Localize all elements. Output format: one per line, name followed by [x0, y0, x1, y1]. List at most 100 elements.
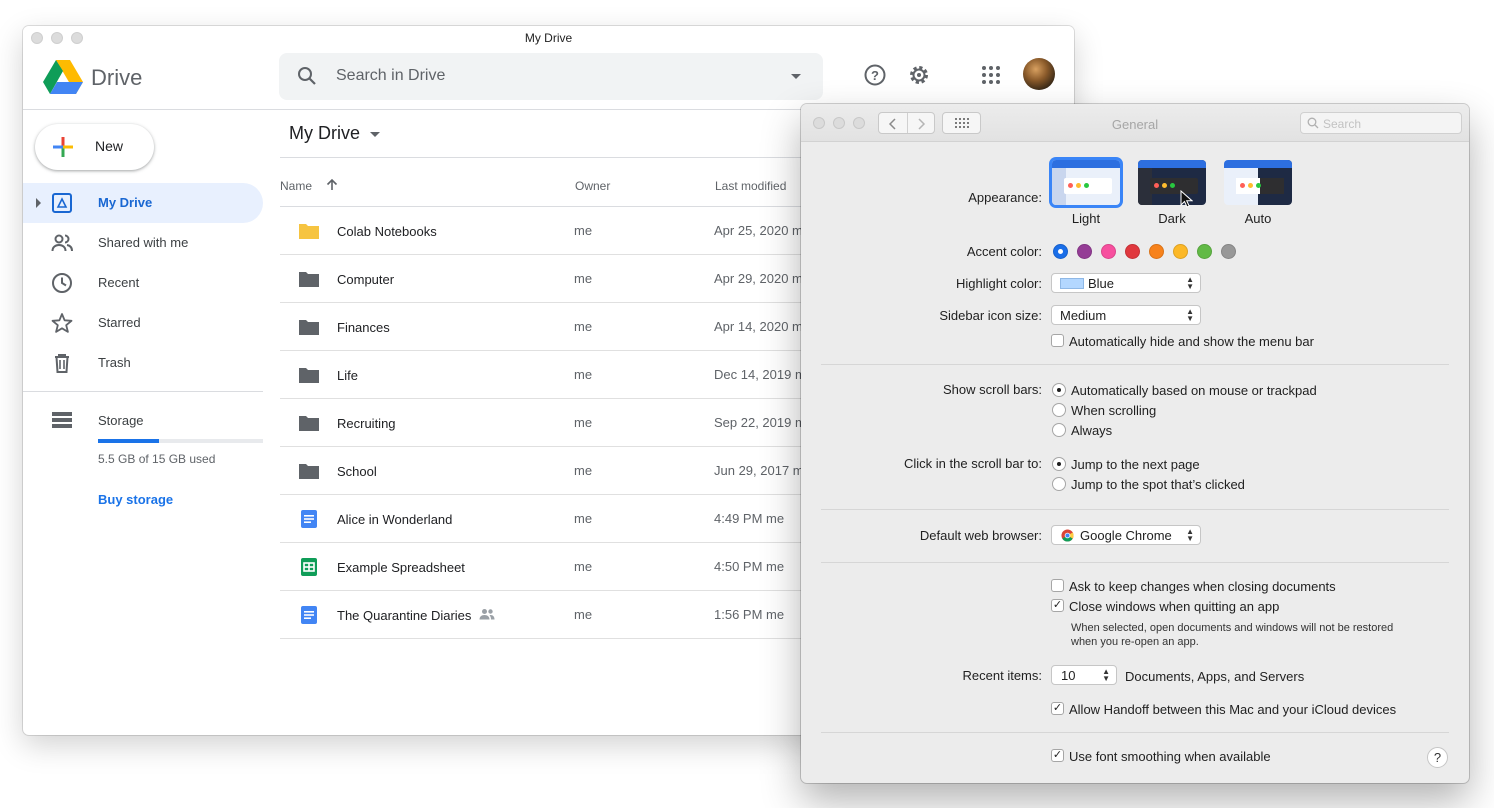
close-windows-checkbox[interactable]: ✓ [1051, 599, 1064, 612]
scroll-bars-always-label: Always [1071, 423, 1113, 438]
new-button[interactable]: New [35, 124, 154, 170]
storage-progress-bar [98, 439, 263, 443]
scroll-bars-when-scrolling-radio[interactable] [1052, 403, 1066, 417]
scroll-bars-always-radio[interactable] [1052, 423, 1066, 437]
appearance-auto-option[interactable] [1224, 160, 1292, 205]
search-field[interactable]: Search [1300, 112, 1462, 134]
section-divider [821, 509, 1449, 510]
file-owner: me [574, 319, 593, 334]
file-owner: me [574, 607, 593, 622]
search-input[interactable]: Search in Drive [336, 67, 445, 85]
ask-keep-changes-checkbox[interactable] [1051, 579, 1064, 592]
default-browser-value: Google Chrome [1080, 528, 1172, 543]
svg-text:?: ? [871, 68, 879, 83]
file-name[interactable]: School [337, 464, 377, 479]
jump-next-page-radio[interactable] [1052, 457, 1066, 471]
sidebar-item-starred[interactable]: Starred [23, 303, 263, 343]
file-name[interactable]: Finances [337, 320, 390, 335]
column-header-name[interactable]: Name [280, 179, 312, 193]
apps-grid-icon[interactable] [979, 63, 1003, 87]
show-scroll-bars-label: Show scroll bars: [943, 382, 1042, 397]
file-owner: me [574, 367, 593, 382]
recent-items-popup[interactable]: 10 ▲ ▼ [1051, 665, 1117, 685]
search-options-icon[interactable] [791, 74, 801, 79]
sidebar-item-trash[interactable]: Trash [23, 343, 263, 383]
buy-storage-link[interactable]: Buy storage [98, 492, 173, 507]
jump-to-spot-radio[interactable] [1052, 477, 1066, 491]
table-row[interactable]: Computer me Apr 29, 2020 m [280, 255, 840, 303]
highlight-color-popup[interactable]: Blue ▲ ▼ [1051, 273, 1201, 293]
settings-gear-icon[interactable] [907, 63, 931, 87]
table-row[interactable]: School me Jun 29, 2017 m [280, 447, 840, 495]
accent-color-swatch[interactable] [1197, 244, 1212, 259]
account-avatar[interactable] [1023, 58, 1055, 90]
sidebar-item-shared-with-me[interactable]: Shared with me [23, 223, 263, 263]
section-divider [821, 562, 1449, 563]
file-last-modified: Apr 14, 2020 m [714, 319, 803, 334]
help-button[interactable]: ? [1427, 747, 1448, 768]
scroll-bars-auto-radio[interactable] [1052, 383, 1066, 397]
default-browser-label: Default web browser: [919, 528, 1042, 543]
sort-arrow-up-icon[interactable] [325, 178, 339, 192]
file-name[interactable]: Alice in Wonderland [337, 512, 452, 527]
accent-color-swatch[interactable] [1149, 244, 1164, 259]
close-windows-note-line-2: when you re-open an app. [1071, 636, 1199, 648]
folder-icon [299, 224, 319, 239]
appearance-label: Appearance: [968, 190, 1042, 205]
handoff-checkbox[interactable]: ✓ [1051, 702, 1064, 715]
search-icon [1307, 117, 1319, 129]
folder-icon [299, 320, 319, 335]
folder-icon [299, 368, 319, 383]
file-last-modified: 1:56 PM me [714, 607, 785, 622]
table-row[interactable]: Colab Notebooks me Apr 25, 2020 m [280, 207, 840, 255]
sidebar-divider [23, 391, 263, 392]
accent-color-swatch[interactable] [1077, 244, 1092, 259]
sidebar-icon-size-label: Sidebar icon size: [939, 308, 1042, 323]
file-owner: me [574, 463, 593, 478]
appearance-light-option[interactable] [1052, 160, 1120, 205]
table-row[interactable]: The Quarantine Diaries me 1:56 PM me [280, 591, 840, 639]
sidebar-item-my-drive[interactable]: My Drive [23, 183, 263, 223]
expand-caret-icon[interactable] [36, 198, 41, 208]
sidebar-item-recent[interactable]: Recent [23, 263, 263, 303]
drive-logo-icon[interactable] [43, 60, 83, 94]
popup-stepper-icon: ▲ ▼ [1186, 527, 1194, 543]
file-name[interactable]: Recruiting [337, 416, 396, 431]
file-owner: me [574, 271, 593, 286]
help-icon[interactable]: ? [863, 63, 887, 87]
table-row[interactable]: Finances me Apr 14, 2020 m [280, 303, 840, 351]
table-row[interactable]: Example Spreadsheet me 4:50 PM me [280, 543, 840, 591]
auto-hide-menu-checkbox[interactable] [1051, 334, 1064, 347]
search-bar[interactable]: Search in Drive [279, 53, 823, 100]
accent-color-swatch[interactable] [1125, 244, 1140, 259]
chevron-down-icon[interactable] [370, 132, 380, 137]
table-row[interactable]: Life me Dec 14, 2019 m [280, 351, 840, 399]
page-title[interactable]: My Drive [289, 123, 360, 144]
google-doc-icon [301, 510, 317, 528]
folder-icon [299, 416, 319, 431]
accent-color-swatch[interactable] [1053, 244, 1068, 259]
file-name[interactable]: The Quarantine Diaries [337, 608, 471, 623]
column-header-last-modified[interactable]: Last modified [715, 179, 786, 193]
plus-icon [53, 137, 73, 157]
accent-color-swatch[interactable] [1221, 244, 1236, 259]
table-row[interactable]: Alice in Wonderland me 4:49 PM me [280, 495, 840, 543]
selected-indicator [1058, 249, 1063, 254]
column-header-owner[interactable]: Owner [575, 179, 610, 193]
file-name[interactable]: Life [337, 368, 358, 383]
google-doc-icon [301, 606, 317, 624]
appearance-dark-option[interactable] [1138, 160, 1206, 205]
search-icon[interactable] [297, 66, 317, 86]
font-smoothing-checkbox[interactable]: ✓ [1051, 749, 1064, 762]
file-name[interactable]: Computer [337, 272, 394, 287]
storage-used-text: 5.5 GB of 15 GB used [98, 452, 216, 466]
file-name[interactable]: Colab Notebooks [337, 224, 437, 239]
file-name[interactable]: Example Spreadsheet [337, 560, 465, 575]
sidebar-icon-size-popup[interactable]: Medium ▲ ▼ [1051, 305, 1201, 325]
default-browser-popup[interactable]: Google Chrome ▲ ▼ [1051, 525, 1201, 545]
close-windows-note-line-1: When selected, open documents and window… [1071, 622, 1394, 634]
accent-color-swatch[interactable] [1173, 244, 1188, 259]
file-owner: me [574, 559, 593, 574]
accent-color-swatch[interactable] [1101, 244, 1116, 259]
table-row[interactable]: Recruiting me Sep 22, 2019 m [280, 399, 840, 447]
